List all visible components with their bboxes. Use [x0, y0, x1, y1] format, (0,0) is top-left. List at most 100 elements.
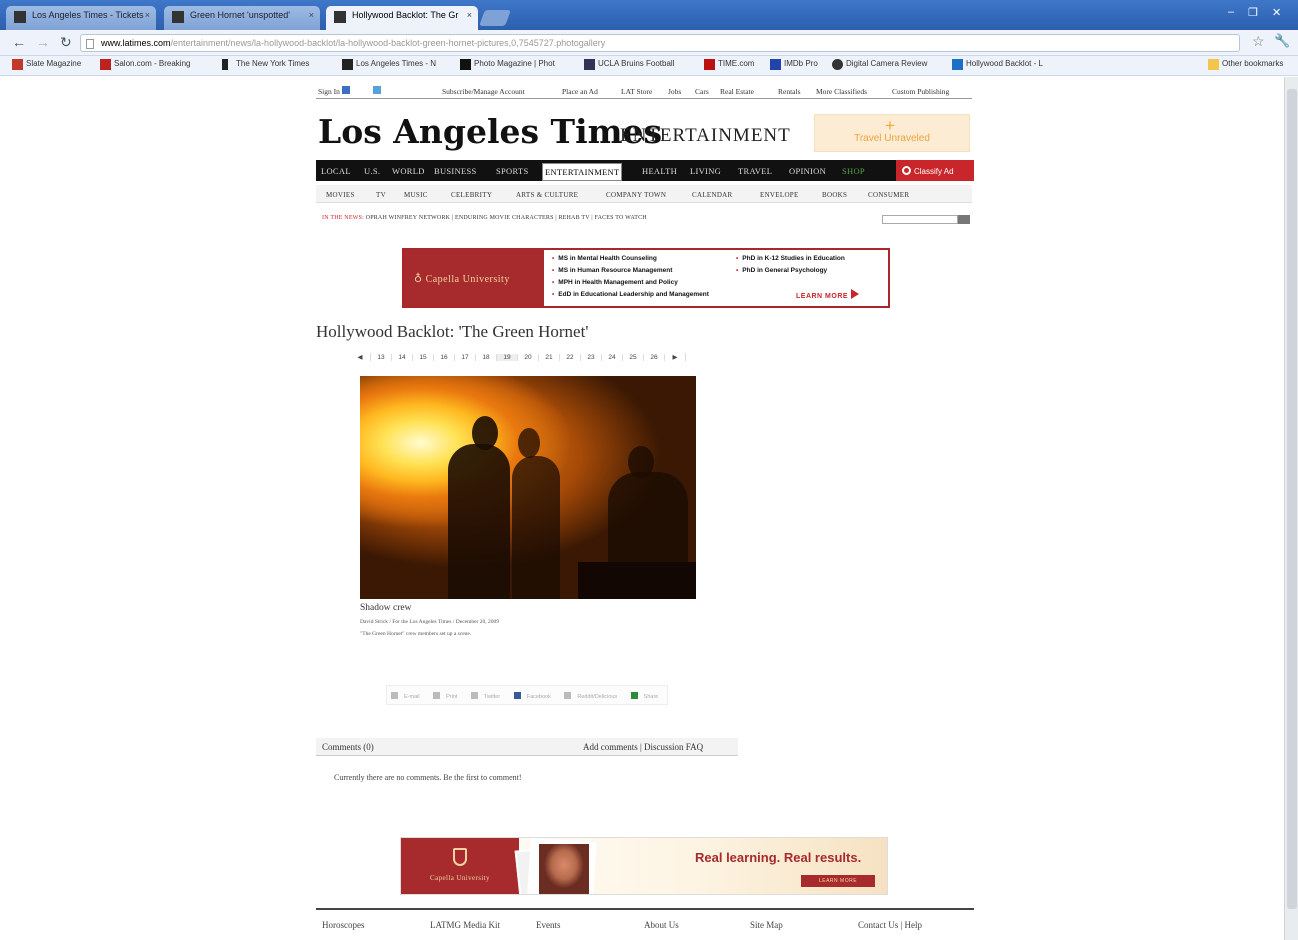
footer-site-map[interactable]: Site Map	[750, 920, 783, 930]
close-tab-icon[interactable]: ×	[145, 10, 150, 20]
help-icon[interactable]	[373, 86, 381, 94]
minimize-icon[interactable]: –	[1228, 6, 1234, 18]
pager-item[interactable]: 14	[392, 354, 413, 361]
reload-icon[interactable]: ↻	[60, 34, 72, 51]
pager-item[interactable]: 15	[413, 354, 434, 361]
nav-us[interactable]: U.S.	[364, 166, 380, 176]
rentals-link[interactable]: Rentals	[778, 87, 801, 96]
more-classifieds-link[interactable]: More Classifieds	[816, 87, 867, 96]
footer-about-us[interactable]: About Us	[644, 920, 679, 930]
search-button[interactable]	[958, 215, 970, 224]
other-bookmarks[interactable]: Other bookmarks	[1208, 59, 1283, 70]
share-print[interactable]: Print	[433, 692, 461, 700]
custom-publishing-link[interactable]: Custom Publishing	[892, 87, 949, 96]
pager-item[interactable]: 20	[518, 354, 539, 361]
search-input[interactable]	[882, 215, 958, 224]
pager-item[interactable]: 21	[539, 354, 560, 361]
bookmark-slate[interactable]: Slate Magazine	[12, 59, 81, 70]
close-tab-icon[interactable]: ×	[309, 10, 314, 20]
vertical-scrollbar[interactable]	[1284, 77, 1298, 940]
facebook-connect-icon[interactable]	[342, 86, 350, 94]
subnav-celebrity[interactable]: CELEBRITY	[451, 191, 492, 199]
subnav-books[interactable]: BOOKS	[822, 191, 847, 199]
nav-shop[interactable]: SHOP	[842, 166, 865, 176]
close-window-icon[interactable]: ✕	[1272, 6, 1281, 19]
classify-ad-button[interactable]: Classify Ad	[896, 160, 974, 181]
bookmark-nytimes[interactable]: The New York Times	[222, 59, 309, 70]
pager-item-current[interactable]: 19	[497, 354, 518, 361]
program-item[interactable]: MS in Mental Health Counseling	[552, 255, 657, 262]
subnav-arts-culture[interactable]: ARTS & CULTURE	[516, 191, 578, 199]
pager-item[interactable]: 25	[623, 354, 644, 361]
bookmark-star-icon[interactable]: ☆	[1252, 33, 1265, 50]
program-item[interactable]: MPH in Health Management and Policy	[552, 279, 678, 286]
place-ad-link[interactable]: Place an Ad	[562, 87, 598, 96]
forward-arrow-icon[interactable]: →	[36, 34, 50, 50]
maximize-icon[interactable]: ❐	[1248, 6, 1258, 19]
nav-health[interactable]: HEALTH	[642, 166, 677, 176]
subnav-movies[interactable]: MOVIES	[326, 191, 355, 199]
back-arrow-icon[interactable]: ←	[12, 34, 26, 50]
bookmark-ucla[interactable]: UCLA Bruins Football	[584, 59, 674, 70]
subnav-envelope[interactable]: ENVELOPE	[760, 191, 799, 199]
address-bar[interactable]: www.latimes.com/entertainment/news/la-ho…	[80, 34, 1240, 52]
footer-media-kit[interactable]: LATMG Media Kit	[430, 920, 500, 930]
learn-more-button[interactable]: LEARN MORE	[796, 289, 859, 300]
pager-item[interactable]: 13	[371, 354, 392, 361]
wrench-icon[interactable]: 🔧	[1274, 33, 1290, 49]
pager-item[interactable]: 18	[476, 354, 497, 361]
nav-business[interactable]: BUSINESS	[434, 166, 477, 176]
pager-item[interactable]: 24	[602, 354, 623, 361]
in-the-news-links[interactable]: OPRAH WINFREY NETWORK | ENDURING MOVIE C…	[366, 215, 647, 221]
pager-item[interactable]: 23	[581, 354, 602, 361]
bookmark-latimes[interactable]: Los Angeles Times - N	[342, 59, 436, 70]
footer-contact[interactable]: Contact Us | Help	[858, 920, 922, 930]
program-item[interactable]: PhD in K-12 Studies in Education	[736, 255, 845, 262]
program-item[interactable]: MS in Human Resource Management	[552, 267, 672, 274]
sign-in-link[interactable]: Sign In	[318, 87, 340, 96]
subnav-tv[interactable]: TV	[376, 191, 386, 199]
nav-sports[interactable]: SPORTS	[496, 166, 528, 176]
pager-item[interactable]: 16	[434, 354, 455, 361]
los-angeles-times-logo[interactable]: Los Angeles Times	[318, 112, 662, 151]
close-tab-icon[interactable]: ×	[467, 10, 472, 20]
share-facebook[interactable]: Facebook	[513, 692, 555, 700]
bookmark-hollywood-backlot[interactable]: Hollywood Backlot - L	[952, 59, 1043, 70]
new-tab-button[interactable]	[479, 10, 511, 26]
jobs-link[interactable]: Jobs	[668, 87, 681, 96]
subscribe-link[interactable]: Subscribe/Manage Account	[442, 87, 525, 96]
bookmark-photo-magazine[interactable]: Photo Magazine | Phot	[460, 59, 555, 70]
bookmark-dpreview[interactable]: Digital Camera Review	[832, 59, 927, 70]
subnav-music[interactable]: MUSIC	[404, 191, 428, 199]
bookmark-imdb[interactable]: IMDb Pro	[770, 59, 818, 70]
nav-local[interactable]: LOCAL	[321, 166, 351, 176]
prev-arrow-icon[interactable]: ◀	[350, 353, 371, 361]
program-item[interactable]: EdD in Educational Leadership and Manage…	[552, 291, 709, 298]
footer-events[interactable]: Events	[536, 920, 561, 930]
gallery-photo[interactable]	[360, 376, 696, 599]
nav-world[interactable]: WORLD	[392, 166, 425, 176]
comments-links[interactable]: Add comments | Discussion FAQ	[583, 742, 703, 752]
pager-item[interactable]: 17	[455, 354, 476, 361]
nav-living[interactable]: LIVING	[690, 166, 721, 176]
lat-store-link[interactable]: LAT Store	[621, 87, 652, 96]
browser-tab-3[interactable]: Hollywood Backlot: The Gr ×	[326, 6, 478, 30]
pager-item[interactable]: 26	[644, 354, 665, 361]
real-estate-link[interactable]: Real Estate	[720, 87, 754, 96]
share-twitter[interactable]: Twitter	[470, 692, 504, 700]
browser-tab-2[interactable]: Green Hornet 'unspotted' ×	[164, 6, 320, 30]
cars-link[interactable]: Cars	[695, 87, 709, 96]
subnav-company-town[interactable]: COMPANY TOWN	[606, 191, 666, 199]
pager-item[interactable]: 22	[560, 354, 581, 361]
capella-bottom-ad[interactable]: Capella University Real learning. Real r…	[400, 837, 888, 895]
subnav-calendar[interactable]: CALENDAR	[692, 191, 733, 199]
browser-tab-1[interactable]: Los Angeles Times - Tickets ×	[6, 6, 156, 30]
share-email[interactable]: E-mail	[391, 692, 424, 700]
capella-banner-ad[interactable]: ♁Capella University MS in Mental Health …	[402, 248, 890, 308]
program-item[interactable]: PhD in General Psychology	[736, 267, 827, 274]
share-more[interactable]: Share	[630, 692, 663, 700]
share-reddit[interactable]: Reddit/Delicious	[564, 692, 621, 700]
scrollbar-thumb[interactable]	[1287, 89, 1297, 909]
bookmark-salon[interactable]: Salon.com - Breaking	[100, 59, 190, 70]
travel-ad[interactable]: + Travel Unraveled	[814, 114, 970, 152]
